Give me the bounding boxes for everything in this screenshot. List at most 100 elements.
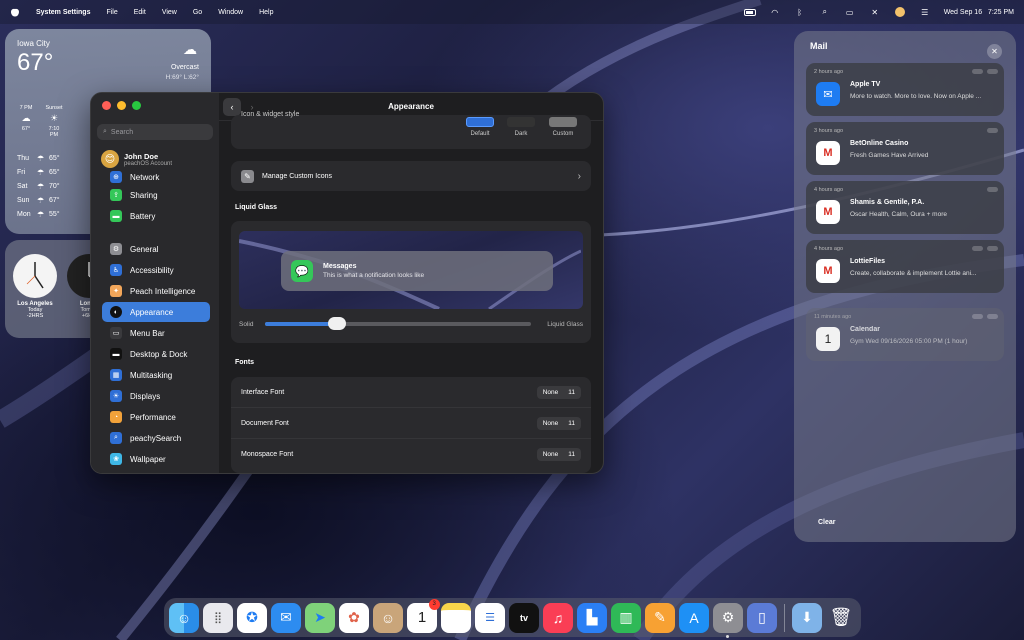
calendar-icon[interactable]: 1 3 [407, 598, 440, 633]
photos-icon[interactable]: ✿ [339, 602, 369, 633]
sharing-icon: ⇪ [110, 189, 122, 201]
dismiss-icon[interactable] [987, 187, 998, 192]
notification-body: Oscar Health, Calm, Oura + more [850, 211, 947, 218]
menubar-clock[interactable]: Wed Sep 16 7:25 PM [944, 9, 1014, 16]
reminders-icon[interactable]: ☰ [475, 602, 505, 633]
font-picker[interactable]: None 11 [536, 385, 581, 399]
menu-go[interactable]: Go [193, 9, 202, 16]
launchpad-icon[interactable]: ⣿ [203, 602, 233, 633]
close-button[interactable] [102, 101, 111, 110]
sidebar-item-wallpaper[interactable]: ❀ Wallpaper [102, 449, 210, 469]
keynote-icon[interactable]: ▙ [577, 602, 607, 633]
icon-style-custom[interactable]: Custom [547, 117, 579, 137]
icon-style-dark[interactable]: Dark [505, 117, 537, 137]
sidebar-item-displays[interactable]: ☀ Displays [102, 386, 210, 406]
calendar-icon: 1 [816, 327, 840, 351]
display-icon[interactable]: ▭ [844, 6, 856, 18]
wifi-icon[interactable]: ◠ [769, 6, 781, 18]
glass-slider[interactable] [265, 317, 532, 330]
pages-icon[interactable]: ✎ [645, 602, 675, 633]
app-store-icon[interactable]: A [679, 602, 709, 633]
calendar-notification[interactable]: 11 minutes ago 1 Calendar Gym Wed 09/16/… [806, 308, 1004, 361]
menu-help[interactable]: Help [259, 9, 273, 16]
menu-app-name[interactable]: System Settings [36, 9, 90, 16]
sidebar-item-performance[interactable]: ◔ Performance [102, 407, 210, 427]
search-icon[interactable]: ⌕ [819, 6, 831, 18]
sidebar-item-battery[interactable]: ▬ Battery [102, 206, 210, 226]
mail-icon[interactable]: ✉ [271, 602, 301, 633]
slider-min-label: Solid [239, 320, 254, 328]
maps-icon[interactable]: ➤ [305, 602, 335, 633]
dismiss-icon[interactable] [987, 314, 998, 319]
globe-icon: ⊕ [110, 171, 122, 183]
notes-icon[interactable] [441, 602, 471, 633]
glass-slider-row: Solid Liquid Glass [239, 317, 583, 331]
safari-icon[interactable]: ✪ [237, 602, 267, 633]
notification-body: Fresh Games Have Arrived [850, 152, 929, 159]
multitasking-icon: ▦ [110, 369, 122, 381]
mute-icon[interactable]: ✕ [869, 6, 881, 18]
cloud-icon: ☁ [21, 113, 31, 123]
icon-style-label: Icon & widget style [241, 111, 300, 118]
sidebar-item-appearance[interactable]: ◐ Appearance [102, 302, 210, 322]
sidebar-item-label: peachySearch [130, 433, 182, 443]
sidebar-item-label: Menu Bar [130, 328, 165, 338]
account-item[interactable]: 😊 John Doe peachOS Account [101, 150, 209, 168]
sidebar-item-multitasking[interactable]: ▦ Multitasking [102, 365, 210, 385]
finder-icon[interactable]: ☺ [169, 602, 199, 633]
tv-icon[interactable]: tv [509, 602, 539, 633]
menu-window[interactable]: Window [218, 9, 243, 16]
manage-custom-icons-row[interactable]: ✎ Manage Custom Icons › [231, 161, 591, 191]
day-name: Thu [17, 154, 30, 162]
font-label: Interface Font [241, 388, 285, 396]
peach-logo-icon[interactable] [10, 6, 22, 18]
more-icon[interactable] [972, 69, 983, 74]
contacts-icon[interactable]: ☺ [373, 602, 403, 633]
dismiss-icon[interactable] [987, 128, 998, 133]
music-icon[interactable]: ♫ [543, 602, 573, 633]
dismiss-icon[interactable] [987, 246, 998, 251]
sidebar-item-desktop-dock[interactable]: ▬ Desktop & Dock [102, 344, 210, 364]
font-picker[interactable]: None 11 [536, 448, 581, 461]
mail-notification[interactable]: 3 hours ago M BetOnline Casino Fresh Gam… [806, 122, 1004, 175]
trash-icon[interactable]: 🗑 [826, 603, 855, 633]
accessibility-icon: ♿ [110, 264, 122, 276]
sidebar-item-accessibility[interactable]: ♿ Accessibility [102, 260, 210, 280]
more-icon[interactable] [972, 246, 983, 251]
sidebar-item-peachysearch[interactable]: ⌕ peachySearch [102, 428, 210, 448]
font-label: Monospace Font [241, 451, 294, 458]
mail-notification[interactable]: 4 hours ago M LottieFiles Create, collab… [806, 240, 1004, 293]
mail-notification[interactable]: 4 hours ago M Shamis & Gentile, P.A. Osc… [806, 181, 1004, 234]
clear-button[interactable]: Clear [818, 519, 836, 526]
downloads-folder-icon[interactable]: ⬇ [792, 602, 822, 633]
peach-assistant-icon[interactable] [894, 6, 906, 18]
bluetooth-icon[interactable]: ᛒ [794, 6, 806, 18]
minimize-button[interactable] [117, 101, 126, 110]
close-icon[interactable]: ✕ [987, 44, 1002, 59]
sidebar-search-field[interactable]: ⌕ Search [97, 124, 213, 140]
sidebar-item-menu-bar[interactable]: ▭ Menu Bar [102, 323, 210, 343]
sidebar-item-label: Displays [130, 391, 161, 401]
menu-file[interactable]: File [106, 9, 117, 16]
sidebar-item-sharing[interactable]: ⇪ Sharing [102, 185, 210, 205]
slider-knob[interactable] [328, 317, 347, 330]
day-name: Sat [17, 182, 28, 190]
sidebar-item-network[interactable]: ⊕ Network [102, 170, 210, 184]
mail-notification[interactable]: 2 hours ago ✉ Apple TV More to watch. Mo… [806, 63, 1004, 116]
sidebar-item-peach-intelligence[interactable]: ✦ Peach Intelligence [102, 281, 210, 301]
font-picker[interactable]: None 11 [536, 416, 581, 430]
search-icon: ⌕ [110, 432, 122, 444]
battery-icon[interactable] [743, 6, 756, 18]
preview-icon[interactable]: ▯ [747, 602, 777, 633]
control-center-icon[interactable]: ☰ [919, 6, 931, 18]
sidebar-item-general[interactable]: ⚙ General [102, 239, 210, 259]
icon-style-default[interactable]: Default [464, 117, 496, 137]
day-row: Sat ☂ 70° [17, 179, 97, 193]
menu-view[interactable]: View [162, 9, 177, 16]
system-settings-icon[interactable]: ⚙ [713, 602, 743, 638]
zoom-button[interactable] [132, 101, 141, 110]
menu-edit[interactable]: Edit [134, 9, 146, 16]
dismiss-icon[interactable] [987, 69, 998, 74]
more-icon[interactable] [972, 314, 983, 319]
numbers-icon[interactable]: ▥ [611, 602, 641, 633]
